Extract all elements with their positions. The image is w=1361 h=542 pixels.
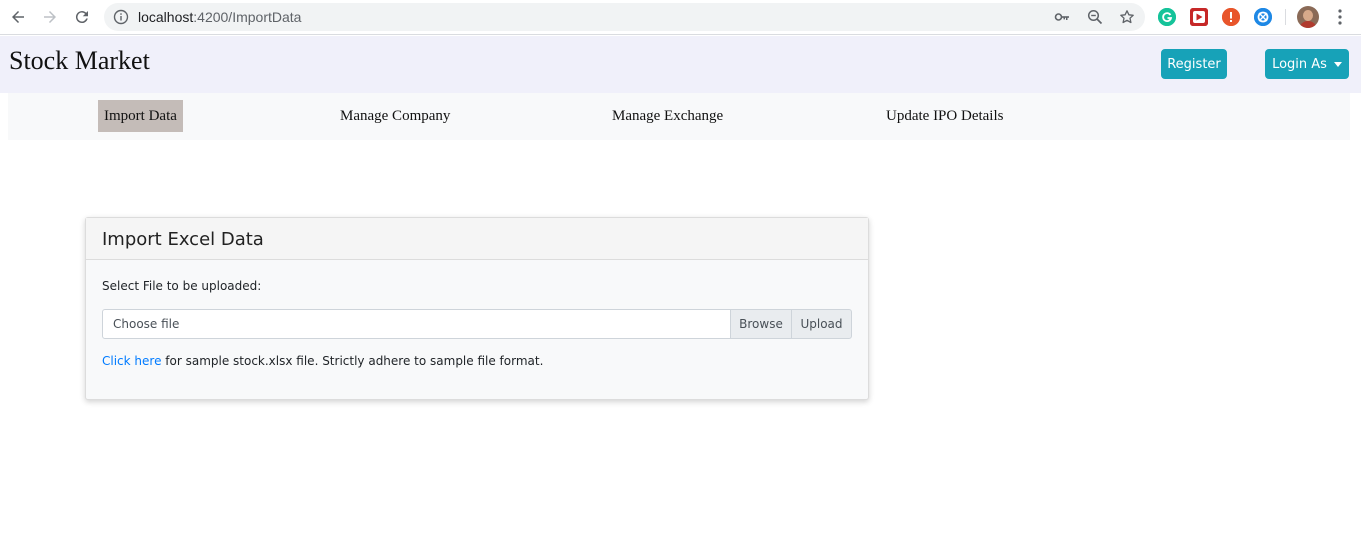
tab-update-ipo-details[interactable]: Update IPO Details: [880, 100, 1009, 132]
file-placeholder: Choose file: [113, 317, 180, 331]
tab-label: Manage Company: [340, 107, 451, 124]
tab-manage-company[interactable]: Manage Company: [334, 100, 456, 132]
reload-icon[interactable]: [70, 5, 94, 29]
login-label: Login As: [1272, 56, 1327, 72]
avatar-face: [1303, 10, 1313, 21]
url-host: localhost: [138, 9, 194, 25]
upload-label: Upload: [800, 317, 843, 331]
tab-import-data[interactable]: Import Data: [98, 100, 183, 132]
import-card: Import Excel Data Select File to be uplo…: [85, 217, 869, 400]
sample-file-link[interactable]: Click here: [102, 354, 161, 368]
sample-file-help: Click here for sample stock.xlsx file. S…: [102, 354, 543, 368]
avatar-body: [1299, 21, 1317, 28]
grammarly-icon[interactable]: [1158, 8, 1176, 26]
card-header: Import Excel Data: [86, 218, 868, 260]
profile-avatar[interactable]: [1297, 6, 1319, 28]
file-input[interactable]: Choose file: [102, 309, 731, 339]
app-header: Stock Market Register Login As: [0, 36, 1361, 93]
browse-label: Browse: [739, 317, 783, 331]
toolbar-separator: [1285, 9, 1286, 25]
bookmark-star-icon[interactable]: [1119, 9, 1135, 25]
login-as-dropdown[interactable]: Login As: [1265, 49, 1349, 79]
register-label: Register: [1167, 56, 1221, 72]
video-extension-icon[interactable]: [1190, 8, 1208, 26]
brand-title[interactable]: Stock Market: [9, 46, 150, 76]
zoom-icon[interactable]: [1087, 9, 1103, 25]
url-text: localhost:4200/ImportData: [138, 9, 301, 25]
tab-label: Manage Exchange: [612, 107, 724, 124]
register-button[interactable]: Register: [1161, 49, 1227, 79]
browse-button[interactable]: Browse: [730, 309, 792, 339]
file-field-label: Select File to be uploaded:: [102, 279, 262, 293]
site-info-icon[interactable]: [113, 9, 129, 25]
chevron-down-icon: [1333, 61, 1342, 67]
card-title: Import Excel Data: [102, 229, 264, 250]
address-bar[interactable]: localhost:4200/ImportData: [104, 3, 1145, 31]
help-text: for sample stock.xlsx file. Strictly adh…: [161, 354, 544, 368]
tab-label: Update IPO Details: [886, 107, 1004, 124]
back-icon[interactable]: [6, 5, 30, 29]
tab-label: Import Data: [104, 107, 177, 124]
more-menu-icon[interactable]: [1333, 8, 1347, 26]
sub-navigation: Import Data Manage Company Manage Exchan…: [8, 93, 1350, 140]
alert-extension-icon[interactable]: [1222, 8, 1240, 26]
upload-button[interactable]: Upload: [791, 309, 852, 339]
browser-toolbar: localhost:4200/ImportData: [0, 0, 1361, 35]
key-icon[interactable]: [1054, 9, 1070, 25]
sync-extension-icon[interactable]: [1254, 8, 1272, 26]
tab-manage-exchange[interactable]: Manage Exchange: [606, 100, 729, 132]
forward-icon[interactable]: [38, 5, 62, 29]
url-path: :4200/ImportData: [193, 9, 302, 25]
